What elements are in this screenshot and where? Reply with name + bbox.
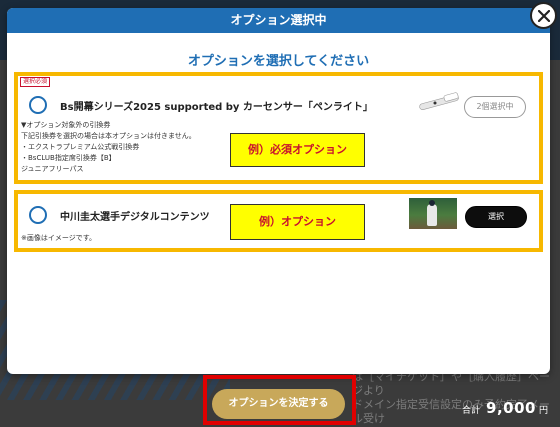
- description-line: ジュニアフリーパス: [21, 165, 84, 173]
- option-card-digital: 中川圭太選手デジタルコンテンツ ※画像はイメージです。 選択 例）オプション: [14, 190, 543, 252]
- total-unit: 円: [538, 406, 548, 416]
- total-price: 合計 9,000 円: [462, 399, 548, 417]
- option-note: ※画像はイメージです。: [21, 234, 97, 242]
- player-figure: [427, 204, 437, 226]
- decide-option-button[interactable]: オプションを決定する: [212, 389, 345, 419]
- option-card-penlight: 選択必須 Bs開幕シリーズ2025 supported by カーセンサー「ペン…: [14, 72, 543, 184]
- selected-count-button[interactable]: 2個選択中: [464, 96, 526, 118]
- example-label-option: 例）オプション: [230, 204, 365, 240]
- modal-header: オプション選択中: [7, 8, 550, 33]
- modal-title: オプションを選択してください: [187, 54, 370, 69]
- option-radio-penlight[interactable]: [29, 96, 47, 114]
- description-line: ・エクストラプレミアム公式戦引換券: [21, 143, 140, 151]
- total-label: 合計: [462, 406, 481, 416]
- option-modal: オプション選択中 オプションを選択してください 選択必須 Bs開幕シリーズ202…: [7, 8, 550, 374]
- close-button[interactable]: [530, 2, 557, 29]
- option-radio-digital[interactable]: [29, 206, 47, 224]
- total-amount: 9,000: [486, 399, 536, 417]
- close-icon: [537, 9, 550, 22]
- description-line: ・BsCLUB指定席引換券【B】: [21, 154, 116, 162]
- description-line: ▼オプション対象外の引換券: [21, 121, 111, 129]
- option-name: Bs開幕シリーズ2025 supported by カーセンサー「ペンライト」: [60, 102, 373, 113]
- player-photo: [409, 198, 457, 229]
- example-label-required: 例）必須オプション: [230, 133, 365, 167]
- player-head: [429, 200, 435, 206]
- penlight-icon: [419, 92, 459, 110]
- option-description: ▼オプション対象外の引換券 下記引換券を選択の場合は本オプションは付きません。 …: [21, 120, 196, 175]
- select-button[interactable]: 選択: [465, 206, 527, 228]
- option-name: 中川圭太選手デジタルコンテンツ: [60, 212, 210, 223]
- required-badge: 選択必須: [20, 77, 51, 87]
- description-line: 下記引換券を選択の場合は本オプションは付きません。: [21, 132, 196, 140]
